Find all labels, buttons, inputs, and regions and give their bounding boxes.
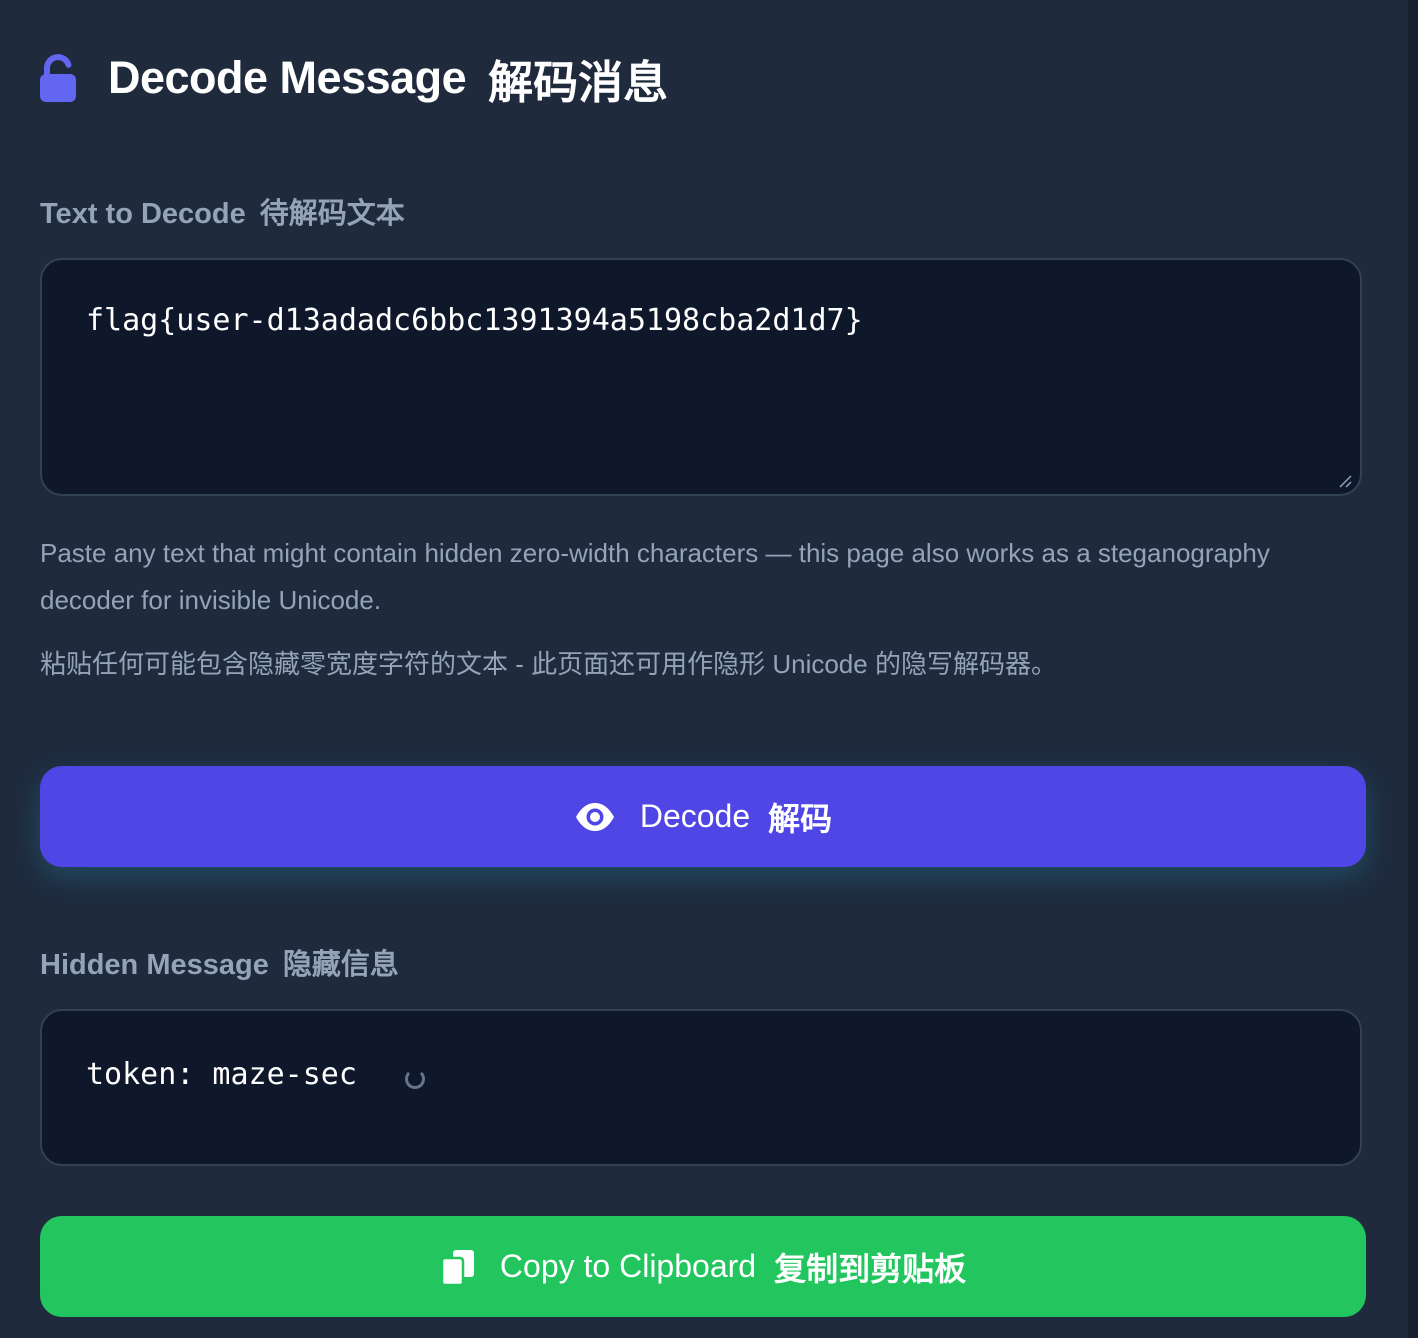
decode-text-value: flag{user-d13adadc6bbc1391394a5198cba2d1… [86,303,863,338]
loading-spinner-icon [404,1069,425,1089]
help-text-en: Paste any text that might contain hidden… [40,538,1270,615]
page-title: Decode Message [108,52,467,103]
output-label-zh: 隐藏信息 [282,949,399,981]
eye-icon [575,802,614,831]
decode-button-label: Decode [639,798,751,834]
help-text-zh: 粘贴任何可能包含隐藏零宽度字符的文本 - 此页面还可用作隐形 Unicode 的… [40,649,1057,679]
copy-button-label: Copy to Clipboard [499,1248,757,1284]
copy-button[interactable]: Copy to Clipboard 复制到剪贴板 [40,1216,1366,1317]
input-label-zh: 待解码文本 [259,198,405,230]
resize-handle-icon[interactable] [1338,474,1352,488]
hidden-message-value: token: maze-sec [86,1057,357,1092]
input-label-en: Text to Decode [40,198,246,230]
page-header: Decode Message 解码消息 [40,50,668,108]
lock-open-icon [40,54,76,102]
decode-button-label-zh: 解码 [768,800,833,837]
page-title-zh: 解码消息 [488,56,669,108]
output-label-en: Hidden Message [40,949,269,981]
decode-panel: Decode Message 解码消息 Text to Decode 待解码文本 … [0,0,1408,1338]
decode-button[interactable]: Decode 解码 [40,766,1366,867]
hidden-message-output: token: maze-sec [40,1009,1362,1166]
decode-text-input[interactable]: flag{user-d13adadc6bbc1391394a5198cba2d1… [40,258,1362,496]
scrollbar-track[interactable] [1408,0,1418,1338]
copy-icon [440,1249,474,1286]
copy-button-label-zh: 复制到剪贴板 [774,1250,967,1287]
output-label: Hidden Message 隐藏信息 [40,941,399,983]
input-label: Text to Decode 待解码文本 [40,190,405,232]
